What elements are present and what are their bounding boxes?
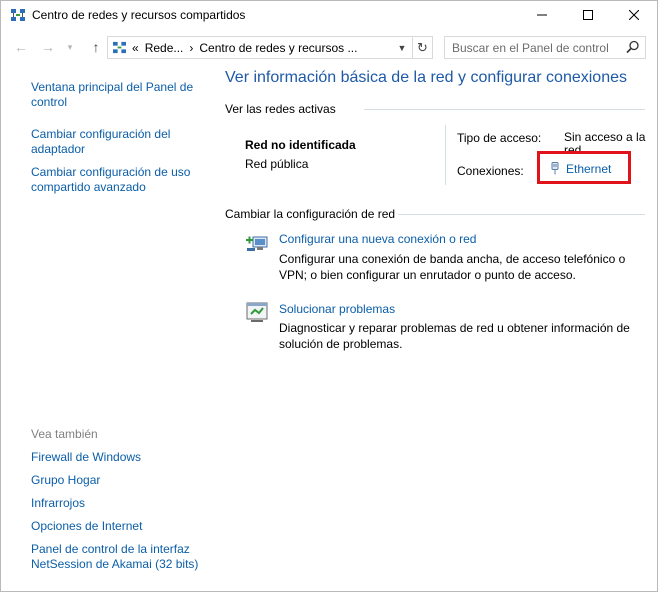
- forward-button[interactable]: →: [38, 36, 58, 58]
- troubleshoot-problems-link[interactable]: Solucionar problemas: [279, 302, 395, 316]
- see-also-windows-firewall[interactable]: Firewall de Windows: [31, 450, 206, 465]
- sidebar-item-control-panel-home[interactable]: Ventana principal del Panel de control: [31, 80, 206, 110]
- breadcrumb-separator[interactable]: ›: [189, 41, 193, 55]
- maximize-button[interactable]: [565, 1, 611, 29]
- breadcrumb: « Rede... › Centro de redes y recursos ...: [132, 41, 363, 55]
- arrow-up-icon: ↑: [92, 39, 100, 55]
- sidebar: Ventana principal del Panel de control C…: [1, 63, 213, 591]
- connections-label: Conexiones:: [457, 164, 524, 178]
- search-icon: [626, 40, 639, 54]
- ethernet-label: Ethernet: [566, 162, 612, 176]
- search-input[interactable]: [452, 40, 622, 55]
- new-connection-icon: [246, 236, 268, 251]
- network-name: Red no identificada: [245, 138, 356, 152]
- sidebar-item-change-adapter-settings[interactable]: Cambiar configuración del adaptador: [31, 127, 206, 157]
- network-category: Red pública: [245, 157, 309, 171]
- page-title: Ver información básica de la red y confi…: [225, 69, 627, 86]
- navigation-bar: ← → ▾ ↑ « Rede... › Centro de redes y recur…: [1, 33, 657, 61]
- minimize-icon: [537, 14, 547, 16]
- refresh-icon: ↻: [417, 39, 428, 55]
- network-divider: [445, 125, 446, 185]
- title-bar[interactable]: Centro de redes y recursos compartidos: [1, 1, 657, 29]
- recent-locations-button[interactable]: ▾: [63, 36, 77, 58]
- refresh-button[interactable]: ↻: [412, 37, 432, 58]
- chevron-down-icon: ▾: [67, 41, 73, 52]
- access-type-label: Tipo de acceso:: [457, 131, 542, 145]
- arrow-left-icon: ←: [14, 39, 28, 55]
- troubleshoot-problems-description: Diagnosticar y reparar problemas de red …: [279, 321, 630, 351]
- breadcrumb-overflow[interactable]: «: [132, 41, 139, 55]
- network-center-icon: [11, 9, 25, 21]
- maximize-icon: [583, 10, 593, 20]
- network-center-icon: [113, 41, 126, 54]
- address-history-dropdown[interactable]: ▼: [392, 37, 412, 58]
- breadcrumb-item-current[interactable]: Centro de redes y recursos ...: [199, 41, 357, 55]
- close-button[interactable]: [611, 1, 657, 29]
- ethernet-icon: [551, 162, 559, 175]
- network-sharing-center-window: Centro de redes y recursos compartidos ←…: [0, 0, 658, 592]
- ethernet-connection-link[interactable]: Ethernet: [550, 162, 611, 176]
- chevron-down-icon: ▼: [397, 42, 407, 53]
- setup-new-connection-description: Configurar una conexión de banda ancha, …: [279, 252, 626, 282]
- see-also-akamai-netsession[interactable]: Panel de control de la interfaz NetSessi…: [31, 542, 206, 572]
- active-networks-heading: Ver las redes activas: [225, 102, 336, 116]
- change-settings-heading: Cambiar la configuración de red: [225, 207, 396, 221]
- address-bar[interactable]: «Rede... › Centro de redes y recursos ... …: [107, 36, 433, 59]
- section-divider: [398, 214, 645, 215]
- search-box[interactable]: [444, 36, 646, 59]
- setup-new-connection-link[interactable]: Configurar una nueva conexión o red: [279, 232, 476, 246]
- window-title: Centro de redes y recursos compartidos: [32, 8, 246, 22]
- up-button[interactable]: ↑: [86, 36, 106, 58]
- see-also-infrared[interactable]: Infrarrojos: [31, 496, 206, 511]
- ethernet-highlight-box: Ethernet: [537, 151, 631, 184]
- close-icon: [629, 10, 639, 20]
- arrow-right-icon: →: [41, 39, 55, 55]
- see-also-internet-options[interactable]: Opciones de Internet: [31, 519, 206, 534]
- see-also-heading: Vea también: [31, 427, 98, 441]
- section-divider: [364, 109, 645, 110]
- troubleshoot-icon: [246, 302, 268, 322]
- minimize-button[interactable]: [519, 1, 565, 29]
- see-also-homegroup[interactable]: Grupo Hogar: [31, 473, 206, 488]
- back-button[interactable]: ←: [11, 36, 31, 58]
- sidebar-item-advanced-sharing-settings[interactable]: Cambiar configuración de uso compartido …: [31, 165, 206, 195]
- access-type-value: Sin acceso a la red: [564, 131, 646, 153]
- breadcrumb-item-redes[interactable]: Rede...: [145, 41, 184, 55]
